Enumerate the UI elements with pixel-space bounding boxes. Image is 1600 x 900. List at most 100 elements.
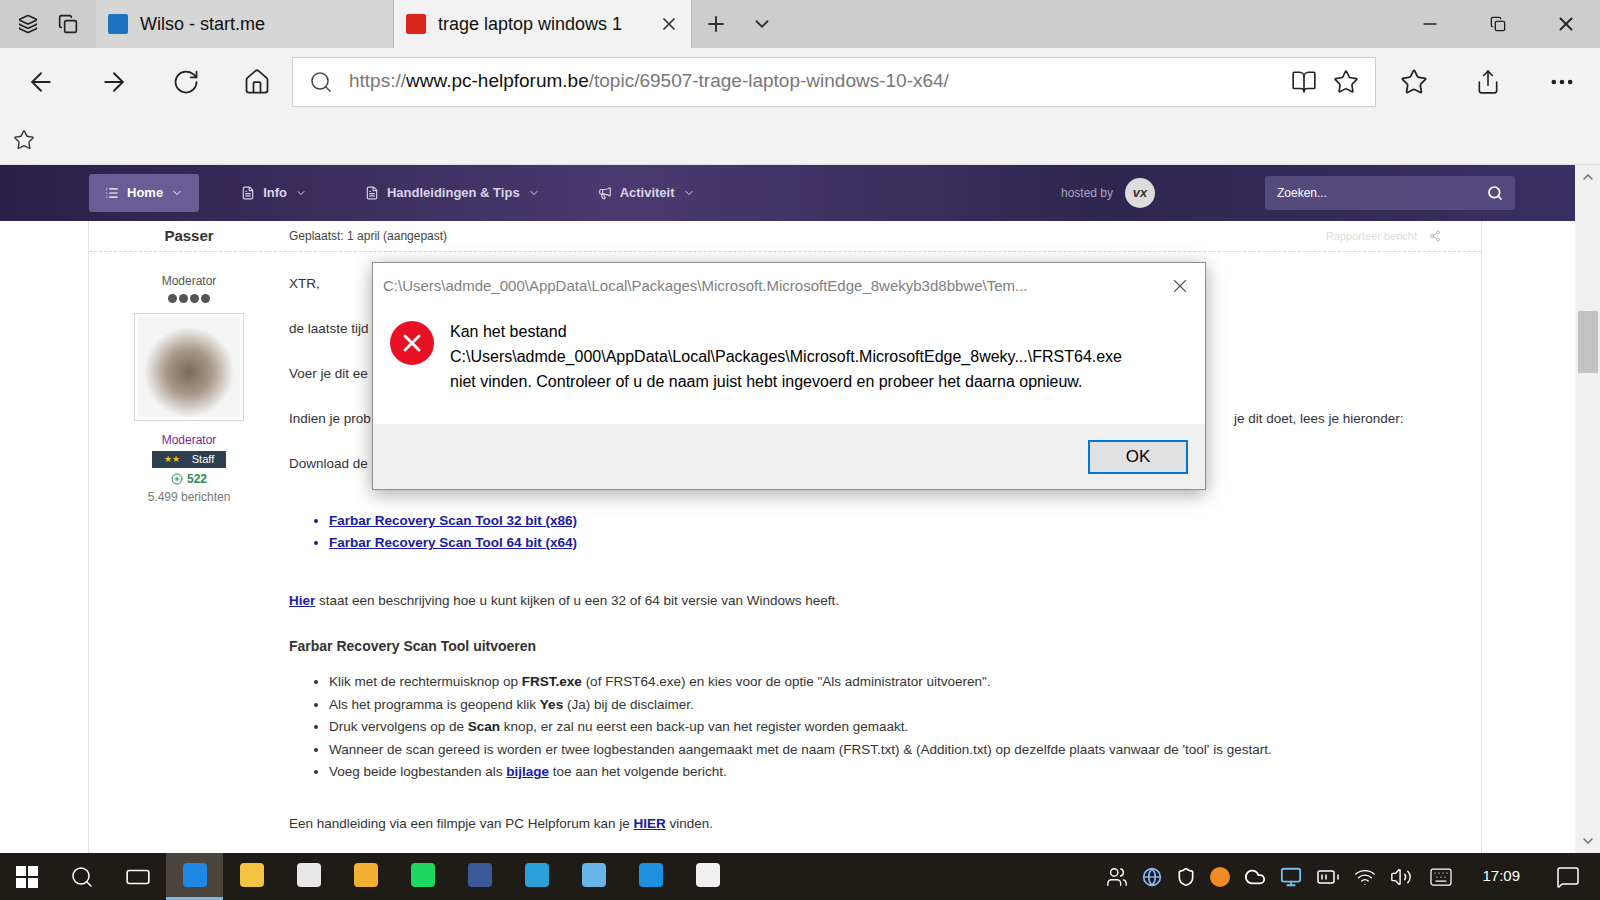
dialog-body: Kan het bestandC:\Users\admde_000\AppDat…	[373, 309, 1205, 424]
display-icon[interactable]	[1280, 866, 1302, 888]
download-list: Farbar Recovery Scan Tool 32 bit (x86)Fa…	[289, 510, 1481, 554]
avatar[interactable]	[134, 313, 244, 421]
onedrive-icon[interactable]	[1244, 866, 1266, 888]
host-logo[interactable]: vx	[1125, 178, 1155, 208]
app-icon	[240, 863, 264, 887]
wifi-icon[interactable]	[1354, 866, 1376, 888]
share-icon[interactable]	[1475, 69, 1501, 95]
app-icon	[639, 863, 663, 887]
nav-item[interactable]: Activiteit	[582, 174, 711, 212]
close-window-icon[interactable]	[1555, 13, 1577, 35]
text: knop, er zal nu eerst een back-up van he…	[500, 719, 908, 734]
browser-tab[interactable]: Wilso - start.me	[96, 0, 394, 48]
close-tab-icon[interactable]	[659, 14, 679, 34]
author-group: Moderator	[162, 431, 217, 449]
defender-icon[interactable]	[1176, 867, 1196, 887]
nav-icon	[598, 186, 612, 200]
site-search[interactable]: Zoeken...	[1265, 176, 1515, 210]
avast-icon[interactable]	[1210, 867, 1230, 887]
back-icon[interactable]	[26, 67, 56, 97]
download-link[interactable]: Farbar Recovery Scan Tool 32 bit (x86)	[329, 510, 1481, 532]
people-icon[interactable]	[1106, 866, 1128, 888]
step: Als het programma is geopend klik Yes (J…	[329, 694, 1481, 717]
set-aside-icon[interactable]	[58, 14, 78, 34]
scroll-down-icon[interactable]	[1580, 833, 1596, 849]
error-dialog: C:\Users\admde_000\AppData\Local\Package…	[372, 262, 1206, 490]
bold-text: FRST.exe	[522, 674, 582, 689]
site-search-icon[interactable]	[1487, 185, 1503, 201]
text: staat een beschrijving hoe u kunt kijken…	[315, 593, 839, 608]
dialog-close-icon[interactable]	[1169, 275, 1191, 297]
report-link[interactable]: Rapporteer bericht	[1326, 228, 1417, 245]
scroll-up-icon[interactable]	[1580, 169, 1596, 185]
post-date: Geplaatst: 1 april (aangepast)	[289, 227, 1326, 245]
favorite-icon[interactable]	[1333, 69, 1359, 95]
staff-badge: ★★Staff	[152, 451, 226, 468]
reading-view-icon[interactable]	[1291, 69, 1317, 95]
taskbar-app[interactable]	[679, 853, 736, 900]
refresh-icon[interactable]	[172, 68, 200, 96]
favorites-star-icon[interactable]	[13, 129, 35, 151]
tab-favicon-icon	[108, 14, 128, 34]
tab-title: trage laptop windows 1	[438, 11, 647, 38]
hub-icon[interactable]	[1400, 68, 1428, 96]
post-count: 5.499 berichten	[148, 488, 231, 506]
text: vinden.	[666, 816, 713, 831]
system-tray: 17:09	[1106, 853, 1600, 900]
screen: Wilso - start.me trage laptop windows 1 ht…	[0, 0, 1600, 900]
new-tab-icon[interactable]	[704, 12, 728, 36]
taskbar-app[interactable]	[508, 853, 565, 900]
minimize-icon[interactable]	[1420, 14, 1440, 34]
browser-tab[interactable]: trage laptop windows 1	[394, 0, 692, 48]
caret-icon	[295, 187, 307, 199]
volume-icon[interactable]	[1390, 866, 1412, 888]
scroll-thumb[interactable]	[1578, 311, 1598, 373]
app-icon	[411, 863, 435, 887]
url: https://www.pc-helpforum.be/topic/69507-…	[349, 67, 1275, 96]
taskbar-app[interactable]	[622, 853, 679, 900]
download-link[interactable]: Farbar Recovery Scan Tool 64 bit (x64)	[329, 532, 1481, 554]
notifications-icon[interactable]	[1556, 865, 1580, 889]
taskbar-search-icon[interactable]	[70, 865, 94, 889]
taskbar-app[interactable]	[280, 853, 337, 900]
restore-icon[interactable]	[1490, 16, 1506, 32]
more-icon[interactable]	[1548, 68, 1576, 96]
task-view-icon[interactable]	[125, 864, 151, 890]
search-placeholder: Zoeken...	[1277, 184, 1487, 202]
taskbar-app[interactable]	[223, 853, 280, 900]
nav-item[interactable]: Handleidingen & Tips	[349, 174, 556, 212]
address-field[interactable]: https://www.pc-helpforum.be/topic/69507-…	[292, 57, 1376, 107]
taskbar-app[interactable]	[451, 853, 508, 900]
nav-item[interactable]: Info	[225, 174, 323, 212]
taskbar-app[interactable]	[337, 853, 394, 900]
tab-preview-icon[interactable]	[18, 14, 38, 34]
battery-icon[interactable]	[1316, 865, 1340, 889]
link[interactable]: HIER	[633, 816, 665, 831]
clock[interactable]: 17:09	[1470, 865, 1532, 888]
forward-icon[interactable]	[99, 67, 129, 97]
taskbar: 17:09	[0, 853, 1600, 900]
hosted-by: hosted by	[1061, 184, 1113, 202]
ok-button[interactable]: OK	[1088, 440, 1188, 474]
chrome-icon[interactable]	[1142, 867, 1162, 887]
nav-label: Handleidingen & Tips	[387, 183, 520, 203]
link[interactable]: Hier	[289, 593, 315, 608]
nav-item[interactable]: Home	[89, 174, 199, 212]
author-column: ModeratorModerator★★Staff5225.499 berich…	[89, 252, 289, 853]
app-icon	[297, 863, 321, 887]
scrollbar[interactable]	[1575, 165, 1600, 853]
link[interactable]: bijlage	[506, 764, 549, 779]
taskbar-app[interactable]	[394, 853, 451, 900]
share-post-icon[interactable]	[1429, 230, 1441, 242]
taskbar-app[interactable]	[166, 853, 223, 900]
tab-list-icon[interactable]	[751, 13, 773, 35]
caret-icon	[528, 187, 540, 199]
home-icon[interactable]	[243, 68, 271, 96]
author-name[interactable]: Passer	[164, 227, 213, 244]
caret-icon	[683, 187, 695, 199]
start-button[interactable]	[0, 853, 54, 900]
text: (of FRST64.exe) en kies voor de optie "A…	[582, 674, 991, 689]
keyboard-icon[interactable]	[1426, 865, 1456, 889]
reputation: 522	[171, 470, 207, 488]
taskbar-app[interactable]	[565, 853, 622, 900]
